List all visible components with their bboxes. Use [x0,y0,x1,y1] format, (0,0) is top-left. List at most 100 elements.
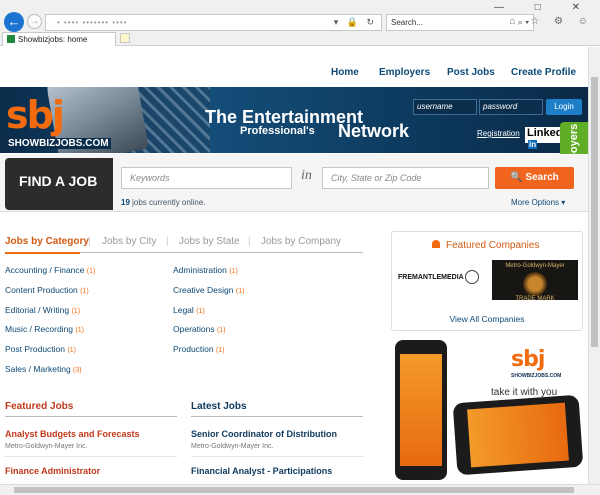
category-label: Post Production [5,344,66,354]
browser-toolbar: ← → • •••• ••••••• •••• ▾ 🔒 ↻ Search... … [0,0,600,46]
keywords-input[interactable]: Keywords [121,167,292,189]
tab-jobs-by-company[interactable]: Jobs by Company [261,236,341,247]
mgm-logo-top: Metro-Goldwyn-Mayer [505,263,565,269]
category-count: (1) [80,288,89,295]
login-button[interactable]: Login [546,99,582,115]
phone-screen [400,354,442,466]
category-count: (1) [235,288,245,295]
nav-employers[interactable]: Employers [379,67,430,78]
user-icon [432,240,440,248]
more-options-link[interactable]: More Options ▾ [511,198,565,207]
toolbar-icons[interactable]: ⌂ ☆ ⚙ ☺ [509,16,594,27]
featured-companies-title: Featured Companies [432,240,539,251]
category-count: (1) [71,308,81,315]
window-controls[interactable]: — □ ✕ [494,2,594,13]
featured-job-title[interactable]: Analyst Budgets and Forecasts [5,429,140,439]
vertical-scrollbar[interactable] [588,47,600,484]
category-label: Accounting / Finance [5,265,85,275]
view-all-companies-link[interactable]: View All Companies [392,314,582,324]
mgm-logo[interactable]: Metro-Goldwyn-Mayer TRADE MARK [492,260,578,302]
featured-job-company: Metro-Goldwyn-Mayer Inc. [5,443,88,450]
search-button[interactable]: 🔍 Search [495,167,574,189]
linkedin-text: Linked [527,127,563,139]
category-link[interactable]: Legal (1) [173,305,205,315]
nav-create-profile[interactable]: Create Profile [511,67,576,78]
category-link[interactable]: Editorial / Writing (1) [5,305,80,315]
job-divider [5,456,177,457]
job-search-bar: FIND A JOB Keywords in City, State or Zi… [0,154,588,212]
category-label: Creative Design [173,285,234,295]
top-navigation: Home Employers Post Jobs Create Profile [0,47,588,87]
tab-title: Showbizjobs: home [18,35,88,44]
category-link[interactable]: Sales / Marketing (3) [5,364,82,374]
category-count: (1) [216,347,225,354]
category-label: Content Production [5,285,78,295]
jobs-suffix: jobs currently online. [129,198,206,207]
featured-jobs-title: Featured Jobs [5,401,74,412]
featured-companies-label: Featured Companies [446,240,540,251]
category-count: (1) [75,327,84,334]
site-logo-url: SHOWBIZJOBS.COM [6,138,111,149]
mgm-logo-bottom: TRADE MARK [515,296,555,302]
horizontal-scrollbar[interactable] [0,484,600,495]
category-link[interactable]: Production (1) [173,344,225,354]
featured-companies-panel: Featured Companies FREMANTLEMEDIA Metro-… [391,231,583,331]
tab-jobs-by-category[interactable]: Jobs by Category [5,236,89,247]
new-tab-button[interactable] [120,33,130,43]
password-input[interactable]: password [479,99,543,115]
tab-jobs-by-city[interactable]: Jobs by City [102,236,156,247]
mobile-promo[interactable]: sbj SHOWBIZJOBS.COM take it with you [391,337,584,484]
site-logo[interactable]: sbj [6,93,65,137]
category-link[interactable]: Music / Recording (1) [5,324,84,334]
browser-tab[interactable]: Showbizjobs: home [2,32,116,46]
phone-image [395,340,447,480]
tab-separator: | [166,236,169,247]
address-text: • •••• ••••••• •••• [57,18,128,27]
featured-job-title[interactable]: Finance Administrator [5,466,100,476]
nav-post-jobs[interactable]: Post Jobs [447,67,495,78]
location-input[interactable]: City, State or Zip Code [322,167,489,189]
linkedin-icon: in [528,140,538,149]
promo-url: SHOWBIZJOBS.COM [511,373,562,379]
category-label: Editorial / Writing [5,305,70,315]
category-link[interactable]: Post Production (1) [5,344,76,354]
registration-link[interactable]: Registration [477,129,520,138]
browser-search-placeholder: Search... [391,18,424,27]
find-a-job-label: FIND A JOB [5,158,113,210]
category-count: (1) [86,268,96,275]
category-link[interactable]: Creative Design (1) [173,285,244,295]
latest-job-title[interactable]: Financial Analyst - Participations [191,466,332,476]
address-bar[interactable]: • •••• ••••••• •••• ▾ 🔒 ↻ [45,14,382,31]
scrollbar-thumb[interactable] [591,77,598,347]
promo-tagline: take it with you [491,387,558,398]
category-label: Music / Recording [5,324,74,334]
jobs-online-text: 19 jobs currently online. [121,198,206,207]
job-divider [191,456,363,457]
fremantlemedia-logo[interactable]: FREMANTLEMEDIA [398,267,484,289]
back-button[interactable]: ← [4,12,24,32]
category-link[interactable]: Operations (1) [173,324,226,334]
category-count: (1) [216,327,226,334]
category-link[interactable]: Administration (1) [173,265,238,275]
category-tabs: Jobs by Category | Jobs by City | Jobs b… [5,233,363,253]
jobs-count[interactable]: 19 [121,198,130,207]
category-link[interactable]: Accounting / Finance (1) [5,265,95,275]
tab-jobs-by-state[interactable]: Jobs by State [179,236,240,247]
latest-job-company: Metro-Goldwyn-Mayer Inc. [191,443,274,450]
nav-home[interactable]: Home [331,67,359,78]
username-input[interactable]: username [413,99,477,115]
active-tab-underline [5,252,80,254]
category-label: Production [173,344,214,354]
address-icons[interactable]: ▾ 🔒 ↻ [334,17,377,28]
tagline-network: Network [338,121,410,141]
tab-separator: | [88,236,91,247]
latest-job-title[interactable]: Senior Coordinator of Distribution [191,429,337,439]
scrollbar-thumb[interactable] [14,487,574,493]
category-label: Legal [173,305,194,315]
forward-button[interactable]: → [27,14,42,29]
lion-icon [523,272,547,296]
web-page: Home Employers Post Jobs Create Profile … [0,47,588,484]
category-label: Operations [173,324,215,334]
linkedin-button[interactable]: Linkedin [525,127,565,149]
category-link[interactable]: Content Production (1) [5,285,89,295]
